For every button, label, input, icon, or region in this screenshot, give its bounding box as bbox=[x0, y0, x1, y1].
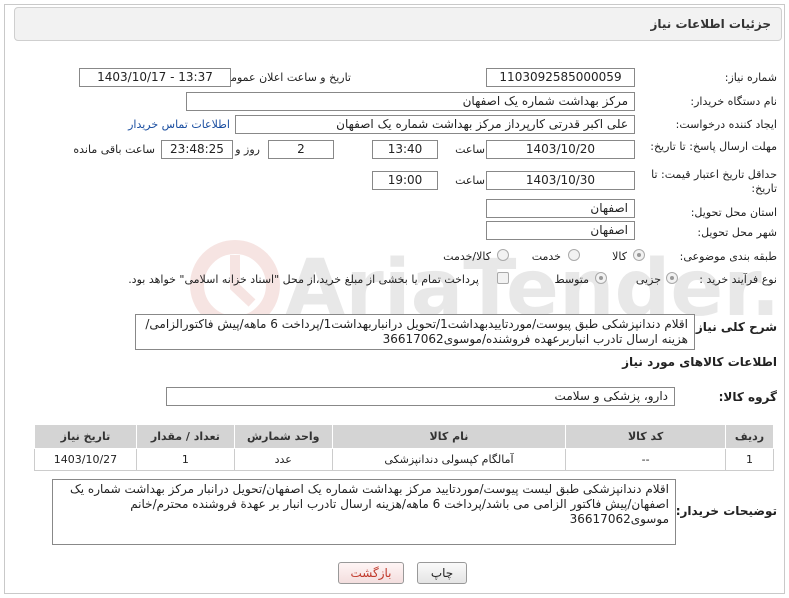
process-medium-label: متوسط bbox=[554, 273, 589, 286]
validity-time-label: ساعت bbox=[455, 174, 485, 187]
validity-time-field: 19:00 bbox=[372, 171, 438, 190]
need-number-field: 1103092585000059 bbox=[486, 68, 635, 87]
days-label: روز و bbox=[235, 143, 260, 156]
deadline-date-field: 1403/10/20 bbox=[486, 140, 635, 159]
treasury-checkbox[interactable] bbox=[497, 272, 509, 284]
remaining-time-field: 23:48:25 bbox=[161, 140, 233, 159]
need-number-label: شماره نیاز: bbox=[724, 71, 777, 84]
buyer-notes-label: توضیحات خریدار: bbox=[675, 504, 777, 518]
category-service-radio[interactable] bbox=[568, 249, 580, 261]
col-unit: واحد شمارش bbox=[233, 424, 333, 449]
cell-qty: 1 bbox=[135, 448, 235, 471]
province-label: استان محل تحویل: bbox=[690, 206, 777, 219]
description-label: شرح کلی نیاز: bbox=[691, 320, 777, 334]
creator-field: علی اکبر قدرتی کارپرداز مرکز بهداشت شمار… bbox=[235, 115, 635, 134]
col-name: نام کالا bbox=[331, 424, 567, 449]
deadline-time-label: ساعت bbox=[455, 143, 485, 156]
cell-name: آمالگام کپسولی دندانپزشکی bbox=[331, 448, 567, 471]
col-qty: تعداد / مقدار bbox=[135, 424, 235, 449]
page-title: جزئیات اطلاعات نیاز bbox=[650, 17, 771, 31]
deadline-time-field: 13:40 bbox=[372, 140, 438, 159]
title-bar: جزئیات اطلاعات نیاز bbox=[14, 7, 782, 41]
goods-group-field: دارو، پزشکی و سلامت bbox=[166, 387, 675, 406]
process-partial-label: جزیی bbox=[635, 273, 661, 286]
days-field: 2 bbox=[268, 140, 334, 159]
process-label: نوع فرآیند خرید : bbox=[699, 273, 777, 286]
contact-info-link[interactable]: اطلاعات تماس خریدار bbox=[128, 118, 230, 131]
cell-need-date: 1403/10/27 bbox=[34, 448, 137, 471]
province-field: اصفهان bbox=[486, 199, 635, 218]
buyer-org-label: نام دستگاه خریدار: bbox=[690, 95, 777, 108]
validity-label: حداقل تاریخ اعتبار قیمت: تا تاریخ: bbox=[651, 168, 777, 195]
cell-row: 1 bbox=[725, 448, 774, 471]
category-goods-service-radio[interactable] bbox=[497, 249, 509, 261]
goods-table: تاریخ نیاز تعداد / مقدار واحد شمارش نام … bbox=[34, 424, 774, 471]
process-partial-radio[interactable] bbox=[666, 272, 678, 284]
category-goods-radio[interactable] bbox=[633, 249, 645, 261]
goods-table-header: تاریخ نیاز تعداد / مقدار واحد شمارش نام … bbox=[34, 424, 774, 449]
category-goods-label: کالا bbox=[612, 250, 627, 263]
description-textarea: اقلام دندانپزشکی طبق پیوست/موردتاییدبهدا… bbox=[135, 314, 695, 350]
city-label: شهر محل تحویل: bbox=[697, 226, 777, 239]
col-row: ردیف bbox=[725, 424, 774, 449]
announce-field: 1403/10/17 - 13:37 bbox=[79, 68, 231, 87]
goods-section-title: اطلاعات کالاهای مورد نیاز bbox=[622, 355, 777, 369]
treasury-note: پرداخت تمام یا بخشی از مبلغ خرید،از محل … bbox=[128, 273, 479, 286]
deadline-label: مهلت ارسال پاسخ: تا تاریخ: bbox=[650, 140, 777, 153]
category-service-label: خدمت bbox=[531, 250, 561, 263]
city-field: اصفهان bbox=[486, 221, 635, 240]
category-goods-service-label: کالا/خدمت bbox=[443, 250, 491, 263]
process-medium-radio[interactable] bbox=[595, 272, 607, 284]
goods-group-label: گروه کالا: bbox=[718, 390, 777, 404]
col-need-date: تاریخ نیاز bbox=[34, 424, 137, 449]
table-row: 1403/10/27 1 عدد آمالگام کپسولی دندانپزش… bbox=[34, 448, 774, 471]
announce-label: تاریخ و ساعت اعلان عمومی: bbox=[218, 71, 351, 84]
buyer-org-field: مرکز بهداشت شماره یک اصفهان bbox=[186, 92, 635, 111]
remaining-label: ساعت باقی مانده bbox=[73, 143, 155, 156]
back-button[interactable]: بازگشت bbox=[338, 562, 404, 584]
creator-label: ایجاد کننده درخواست: bbox=[675, 118, 777, 131]
print-button[interactable]: چاپ bbox=[417, 562, 467, 584]
buyer-notes-textarea: اقلام دندانپزشکی طبق لیست پیوست/موردتایی… bbox=[52, 479, 676, 545]
cell-code: -- bbox=[565, 448, 726, 471]
col-code: کد کالا bbox=[565, 424, 726, 449]
validity-date-field: 1403/10/30 bbox=[486, 171, 635, 190]
cell-unit: عدد bbox=[233, 448, 333, 471]
category-label: طبقه بندی موضوعی: bbox=[679, 250, 777, 263]
